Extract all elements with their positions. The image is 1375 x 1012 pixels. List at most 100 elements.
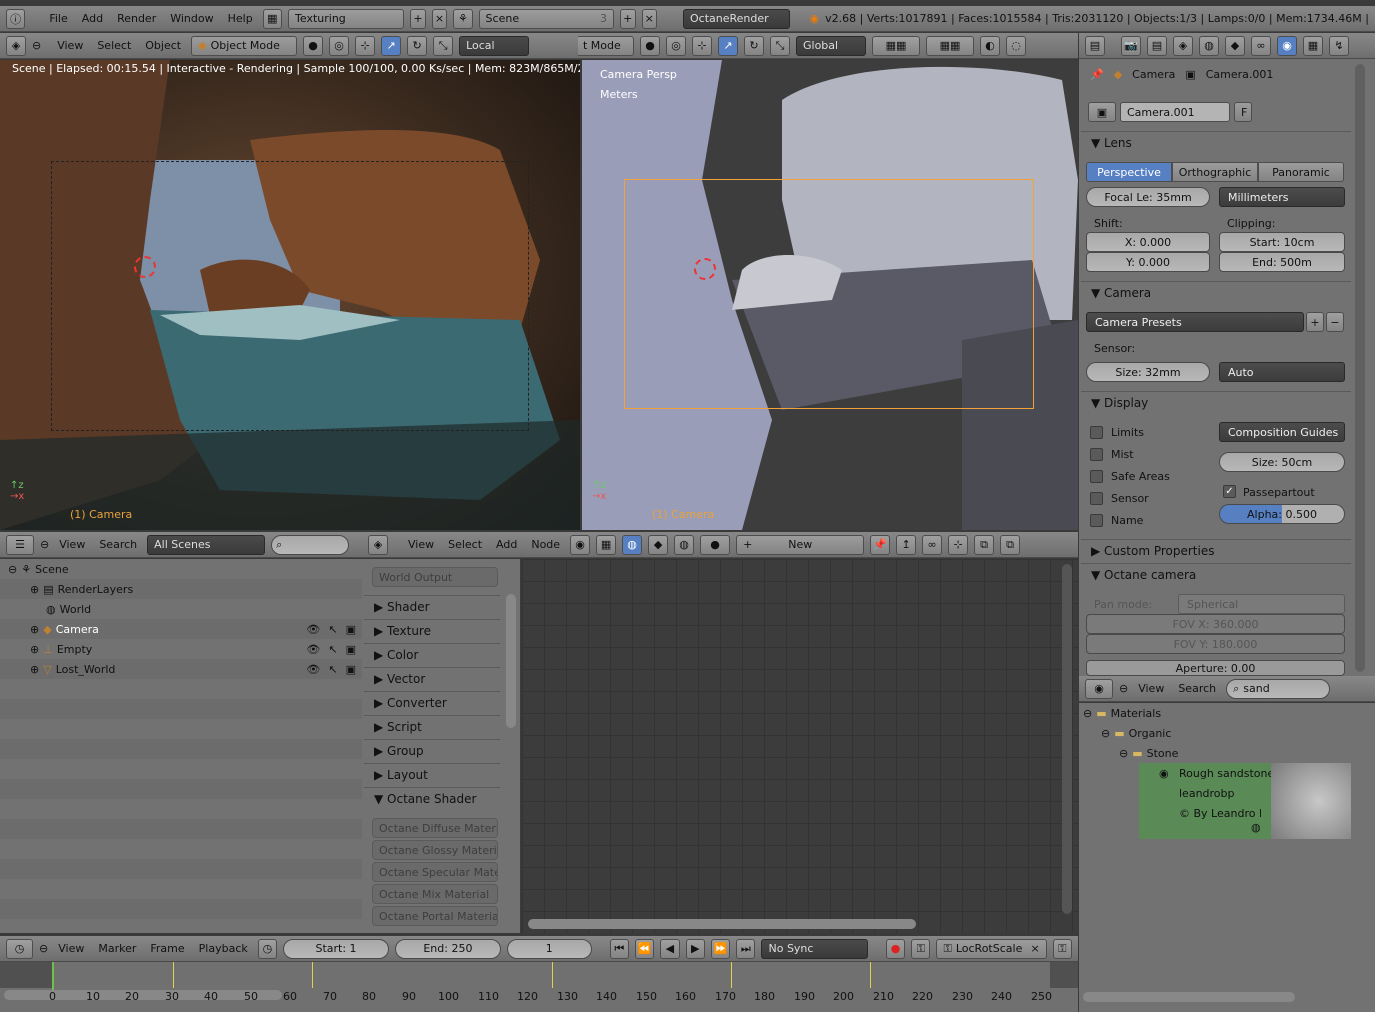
vp2-rotate-icon[interactable]: ↻ [744, 35, 764, 56]
vector-category[interactable]: ▶ Vector [364, 667, 500, 689]
texture-tab-icon[interactable]: ▦ [1303, 35, 1323, 56]
outliner-row-world[interactable]: ◍ World [0, 599, 362, 619]
outliner-row-camera[interactable]: ⊕ ◆ Camera 👁 ↖ ▣ [0, 619, 362, 639]
restrict-render-icon[interactable]: ▣ [346, 643, 356, 656]
current-frame-marker[interactable] [52, 962, 54, 990]
orientation-select[interactable]: Local [459, 35, 530, 56]
material-slot-icon[interactable]: ● [700, 534, 731, 555]
close-layout-icon[interactable]: × [431, 8, 448, 29]
octane-camera-section[interactable]: ▼ Octane camera [1081, 563, 1351, 585]
object-nodes-icon[interactable]: ◆ [648, 534, 669, 555]
tree-organic[interactable]: ⊖ ▬ Organic [1079, 723, 1375, 743]
constraints-tab-icon[interactable]: ∞ [1251, 35, 1271, 56]
scale-icon[interactable]: ⤡ [433, 35, 454, 56]
world-data-icon[interactable]: ◍ [674, 534, 695, 555]
converter-category[interactable]: ▶ Converter [364, 691, 500, 713]
color-category[interactable]: ▶ Color [364, 643, 500, 665]
keying-icon[interactable]: ⚿ [911, 938, 931, 959]
node-h-scrollbar[interactable] [528, 919, 916, 929]
octane-mix-button[interactable]: Octane Mix Material [372, 884, 498, 904]
texture-nodes-icon[interactable]: ▦ [596, 534, 617, 555]
insert-key-icon[interactable]: ⚿ [1052, 938, 1072, 959]
restrict-render-icon[interactable]: ▣ [346, 623, 356, 636]
clip-start-field[interactable]: Start: 10cm [1219, 232, 1345, 252]
render-viewport[interactable]: Scene | Elapsed: 00:15.54 | Interactive … [0, 60, 580, 530]
display-section[interactable]: ▼ Display [1081, 391, 1351, 413]
outliner-row-renderlayers[interactable]: ⊕ ▤ RenderLayers [0, 579, 362, 599]
display-size-field[interactable]: Size: 50cm [1219, 452, 1345, 472]
restrict-view-icon[interactable]: 👁 [306, 643, 320, 656]
end-frame-field[interactable]: End: 250 [394, 938, 501, 959]
add-preset-icon[interactable]: + [1306, 312, 1324, 332]
play-icon[interactable]: ▶ [685, 938, 705, 959]
tree-materials[interactable]: ⊖ ▬ Materials [1079, 703, 1375, 723]
jump-key-forward-icon[interactable]: ⏩ [710, 938, 731, 959]
outliner-collapse-icon[interactable]: ⊖ [40, 538, 49, 551]
asset-card[interactable]: ◉ Rough sandstone leandrobp © By Leandro… [1139, 763, 1351, 839]
shading-icon[interactable]: ● [303, 35, 324, 56]
vp2-translate-icon[interactable]: ↗ [718, 35, 738, 56]
mode-select[interactable]: ◆ Object Mode [191, 35, 298, 56]
editor-type-icon[interactable]: ◈ [6, 35, 26, 56]
node-menu-view[interactable]: View [404, 538, 438, 551]
browser-search-input[interactable]: ⌕ sand [1226, 678, 1331, 699]
expand-icon[interactable]: ⊕ [30, 663, 39, 676]
browser-collapse-icon[interactable]: ⊖ [1119, 682, 1128, 695]
outliner-menu-view[interactable]: View [55, 538, 89, 551]
outliner-editor-icon[interactable]: ☰ [6, 534, 34, 555]
preview-range-icon[interactable]: ◷ [257, 938, 278, 959]
node-link-icon[interactable]: ∞ [922, 534, 943, 555]
display-filter-select[interactable]: All Scenes [147, 534, 266, 555]
lens-unit-select[interactable]: Millimeters [1219, 187, 1345, 207]
render-tab-icon[interactable]: 📷 [1121, 35, 1141, 56]
menu-help[interactable]: Help [224, 12, 257, 25]
remove-preset-icon[interactable]: − [1326, 312, 1344, 332]
tab-orthographic[interactable]: Orthographic [1172, 162, 1258, 182]
octane-glossy-button[interactable]: Octane Glossy Material [372, 840, 498, 860]
pan-mode-select[interactable]: Spherical [1178, 594, 1345, 614]
node-menu-add[interactable]: Add [492, 538, 521, 551]
expand-icon[interactable]: ⊖ [8, 563, 17, 576]
props-scrollbar[interactable] [1355, 64, 1365, 672]
start-frame-field[interactable]: Start: 1 [283, 938, 389, 959]
restrict-select-icon[interactable]: ↖ [328, 623, 337, 636]
expand-icon[interactable]: ⊖ [1119, 747, 1128, 760]
shader-category[interactable]: ▶ Shader [364, 595, 500, 617]
collapse-icon[interactable]: ⊖ [32, 39, 41, 52]
mist-checkbox[interactable] [1090, 448, 1103, 461]
node-canvas[interactable] [522, 559, 1078, 933]
safe-areas-checkbox[interactable] [1090, 470, 1103, 483]
new-material-button[interactable]: + New [736, 534, 865, 555]
shift-y-field[interactable]: Y: 0.000 [1086, 252, 1210, 272]
expand-icon[interactable]: ⊕ [30, 583, 39, 596]
vp2-scale-icon[interactable]: ⤡ [770, 35, 790, 56]
add-layout-icon[interactable]: + [410, 8, 426, 29]
name-checkbox[interactable] [1090, 514, 1103, 527]
object-tab-icon[interactable]: ◆ [1225, 35, 1245, 56]
menu-render[interactable]: Render [113, 12, 160, 25]
world-output-button[interactable]: World Output [372, 567, 498, 587]
timeline-menu-marker[interactable]: Marker [94, 942, 140, 955]
physics-tab-icon[interactable]: ↯ [1329, 35, 1349, 56]
group-category[interactable]: ▶ Group [364, 739, 500, 761]
camera-section[interactable]: ▼ Camera [1081, 281, 1351, 303]
vp2-pivot-icon[interactable]: ◎ [666, 35, 686, 56]
info-icon[interactable]: ⓘ [6, 8, 26, 29]
jump-key-back-icon[interactable]: ⏪ [634, 938, 655, 959]
jump-end-icon[interactable]: ⏭ [736, 938, 756, 959]
focal-length-field[interactable]: Focal Le: 35mm [1086, 187, 1210, 207]
timeline-editor-icon[interactable]: ◷ [6, 938, 34, 959]
menu-add[interactable]: Add [78, 12, 107, 25]
engine-select[interactable]: OctaneRender [683, 8, 790, 29]
alpha-field[interactable]: Alpha: 0.500 [1219, 504, 1345, 524]
expand-icon[interactable]: ⊕ [30, 643, 39, 656]
browser-h-scrollbar[interactable] [1083, 992, 1295, 1002]
octane-portal-button[interactable]: Octane Portal Material [372, 906, 498, 926]
fov-x-field[interactable]: FOV X: 360.000 [1086, 614, 1345, 634]
aperture-field[interactable]: Aperture: 0.00 [1086, 660, 1345, 676]
outliner-menu-search[interactable]: Search [95, 538, 141, 551]
timeline-collapse-icon[interactable]: ⊖ [39, 942, 48, 955]
sensor-fit-select[interactable]: Auto [1219, 362, 1345, 382]
current-frame-field[interactable]: 1 [506, 938, 592, 959]
render-preview-icon[interactable]: ◐ [980, 35, 1000, 56]
